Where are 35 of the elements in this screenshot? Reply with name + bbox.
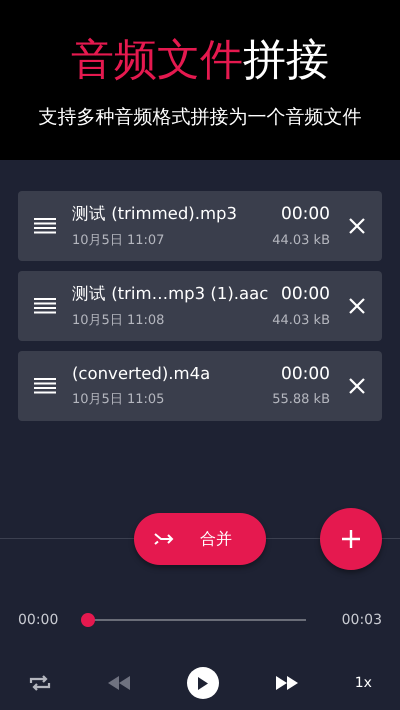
- file-name: (converted).m4a: [72, 364, 210, 383]
- file-card[interactable]: 测试 (trimmed).mp3 00:00 10月5日 11:07 44.03 kB: [18, 191, 382, 261]
- file-duration: 00:00: [281, 284, 330, 304]
- merge-icon: [154, 532, 174, 546]
- speed-button[interactable]: 1x: [354, 675, 372, 691]
- merge-button[interactable]: 合并: [134, 513, 266, 565]
- elapsed-time: 00:00: [18, 612, 58, 628]
- file-card[interactable]: (converted).m4a 00:00 10月5日 11:05 55.88 kB: [18, 351, 382, 421]
- plus-icon: [342, 530, 360, 548]
- subtitle: 支持多种音频格式拼接为一个音频文件: [38, 105, 362, 130]
- close-icon: [349, 378, 365, 394]
- slider-thumb[interactable]: [81, 613, 96, 627]
- rewind-icon: [108, 676, 130, 690]
- file-date: 10月5日 11:08: [72, 312, 164, 329]
- fast-forward-button[interactable]: [276, 676, 298, 690]
- total-time: 00:03: [342, 612, 382, 628]
- play-button[interactable]: [186, 667, 219, 699]
- file-date: 10月5日 11:05: [72, 391, 164, 408]
- drag-handle-icon[interactable]: [34, 378, 56, 394]
- file-size: 55.88 kB: [272, 392, 330, 407]
- file-duration: 00:00: [281, 364, 330, 384]
- file-name: 测试 (trimmed).mp3: [72, 203, 238, 225]
- drag-handle-icon[interactable]: [34, 218, 56, 234]
- play-icon: [198, 676, 208, 690]
- drag-handle-icon[interactable]: [34, 298, 56, 314]
- file-size: 44.03 kB: [272, 233, 330, 248]
- file-date: 10月5日 11:07: [72, 232, 164, 249]
- file-card[interactable]: 测试 (trim…mp3 (1).aac 00:00 10月5日 11:08 44.03 kB: [18, 271, 382, 341]
- file-name: 测试 (trim…mp3 (1).aac: [72, 283, 268, 305]
- file-size: 44.03 kB: [272, 313, 330, 328]
- file-duration: 00:00: [281, 204, 330, 224]
- close-icon: [349, 298, 365, 314]
- app-title: 音频文件拼接: [71, 34, 329, 86]
- close-icon: [349, 218, 365, 234]
- fast-forward-icon: [276, 676, 298, 690]
